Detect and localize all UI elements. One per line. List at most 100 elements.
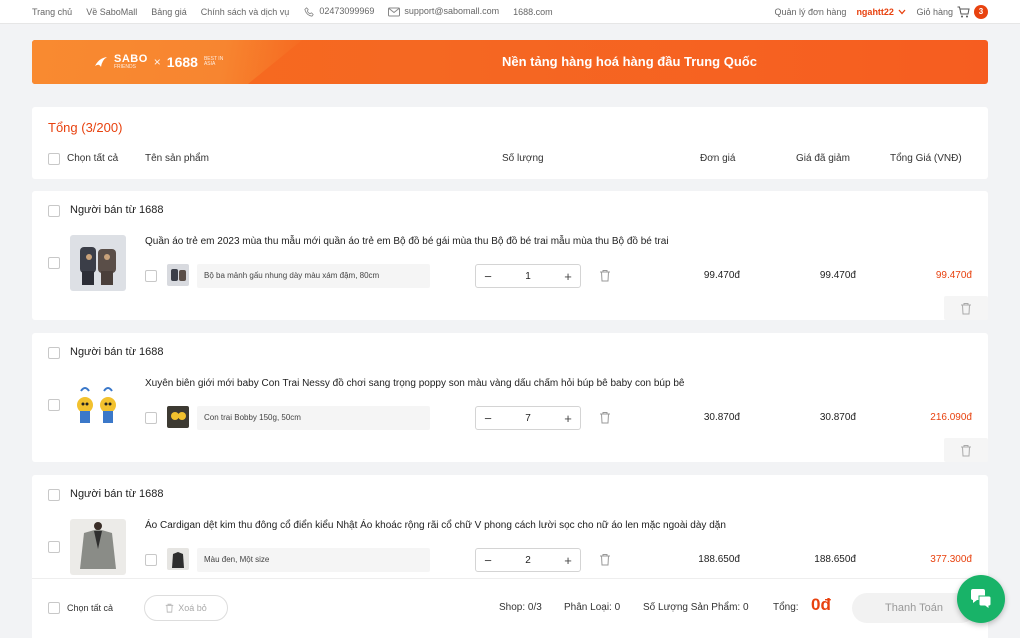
cart-header: Tổng (3/200) Chọn tất cả Tên sản phẩm Số… [32, 107, 988, 179]
quantity-value[interactable]: 2 [500, 555, 556, 566]
unit-price: 30.870đ [703, 412, 740, 423]
line-total: 216.090đ [930, 412, 972, 423]
unit-price: 188.650đ [698, 554, 740, 565]
increment-button[interactable]: + [556, 549, 580, 571]
unit-price: 99.470đ [703, 270, 740, 281]
quantity-value[interactable]: 7 [500, 413, 556, 424]
col-quantity: Số lượng [502, 153, 544, 164]
nav-policy[interactable]: Chính sách và dịch vụ [201, 7, 290, 17]
cart-count-badge: 3 [974, 4, 988, 19]
trash-icon [961, 444, 971, 456]
mail-icon [388, 7, 401, 17]
delete-selected-button[interactable]: Xoá bỏ [144, 595, 228, 621]
decrement-button[interactable]: − [476, 549, 500, 571]
category-count: Phân Loại: 0 [564, 602, 621, 613]
variant-label[interactable]: Con trai Bobby 150g, 50cm [197, 406, 430, 430]
product-image[interactable] [70, 519, 126, 575]
variant-image [167, 406, 189, 428]
variant-image [167, 548, 189, 570]
seller-group: Người bán từ 1688 Quần áo trẻ em 2023 mù… [32, 191, 988, 320]
cart-total-count: Tổng (3/200) [48, 120, 123, 135]
product-title[interactable]: Xuyên biên giới mới baby Con Trai Nessy … [145, 378, 684, 389]
seller-name: Người bán từ 1688 [70, 204, 164, 216]
trash-icon[interactable] [599, 269, 611, 282]
decrement-button[interactable]: − [476, 265, 500, 287]
nav-about[interactable]: Về SaboMall [86, 7, 137, 17]
delete-selected-label: Xoá bỏ [178, 603, 207, 613]
user-menu[interactable]: ngahtt22 [856, 7, 906, 17]
trash-icon[interactable] [599, 553, 611, 566]
cart-label: Giỏ hàng [916, 6, 953, 17]
nav-site[interactable]: 1688.com [513, 7, 553, 17]
variant-label[interactable]: Màu đen, Một size [197, 548, 430, 572]
variant-checkbox[interactable] [145, 412, 157, 424]
product-checkbox[interactable] [48, 541, 60, 553]
partner-name: 1688 [166, 53, 198, 70]
select-all-checkbox[interactable] [48, 153, 60, 165]
increment-button[interactable]: + [556, 407, 580, 429]
product-checkbox[interactable] [48, 399, 60, 411]
product-quantity-count: Số Lượng Sản Phẩm: 0 [643, 602, 749, 613]
top-nav: Trang chủ Về SaboMall Bảng giá Chính sác… [0, 0, 1020, 24]
product-image[interactable] [70, 377, 126, 433]
seller-checkbox[interactable] [48, 489, 60, 501]
discount-price: 188.650đ [814, 554, 856, 565]
variant-image [167, 264, 189, 286]
seller-checkbox[interactable] [48, 347, 60, 359]
variant-checkbox[interactable] [145, 554, 157, 566]
increment-button[interactable]: + [556, 265, 580, 287]
seller-name: Người bán từ 1688 [70, 346, 164, 358]
total-value: 0đ [811, 595, 831, 614]
quantity-stepper: − 7 + [475, 406, 581, 430]
product-title[interactable]: Quần áo trẻ em 2023 mùa thu mẫu mới quần… [145, 236, 669, 247]
seller-checkbox[interactable] [48, 205, 60, 217]
line-total: 377.300đ [930, 554, 972, 565]
partner-sub: BEST IN ASIA [203, 55, 224, 67]
shop-count: Shop: 0/3 [499, 602, 542, 613]
phone-icon [304, 7, 315, 17]
line-total: 99.470đ [935, 270, 972, 281]
footer-select-all-label: Chọn tất cả [67, 603, 114, 613]
variant-checkbox[interactable] [145, 270, 157, 282]
trash-icon [961, 302, 971, 314]
phone-number: 02473099969 [319, 6, 375, 17]
select-all-label: Chọn tất cả [67, 153, 119, 164]
chat-button[interactable] [957, 575, 1005, 623]
col-discount-price: Giá đã giảm [796, 153, 850, 164]
trash-icon[interactable] [599, 411, 611, 424]
chat-icon [971, 589, 992, 610]
nav-pricing[interactable]: Bảng giá [151, 7, 187, 17]
banner-slogan: Nền tảng hàng hoá hàng đầu Trung Quốc [502, 54, 757, 69]
checkout-footer: Chọn tất cả Xoá bỏ Shop: 0/3 Phân Loại: … [32, 578, 988, 638]
product-image[interactable] [70, 235, 126, 291]
footer-select-all-checkbox[interactable] [48, 602, 60, 614]
column-headers: Chọn tất cả Tên sản phẩm Số lượng Đơn gi… [32, 151, 988, 169]
col-unit-price: Đơn giá [700, 153, 736, 164]
banner-times: × [153, 54, 161, 69]
col-total-price: Tổng Giá (VNĐ) [890, 153, 962, 164]
variant-label[interactable]: Bộ ba mảnh gấu nhung dày màu xám đậm, 80… [197, 264, 430, 288]
order-management-link[interactable]: Quản lý đơn hàng [774, 7, 846, 17]
seller-name: Người bán từ 1688 [70, 488, 164, 500]
quantity-stepper: − 1 + [475, 264, 581, 288]
decrement-button[interactable]: − [476, 407, 500, 429]
product-title[interactable]: Áo Cardigan dệt kim thu đông cổ điển kiể… [145, 520, 726, 531]
quantity-stepper: − 2 + [475, 548, 581, 572]
banner-logo: SABO FRIENDS × 1688 BEST IN ASIA [94, 53, 224, 70]
total-label: Tổng: [773, 602, 799, 613]
product-checkbox[interactable] [48, 257, 60, 269]
delete-seller-button[interactable] [944, 296, 988, 320]
seller-group: Người bán từ 1688 Xuyên biên giới mới ba… [32, 333, 988, 462]
brand-sub: FRIENDS [114, 64, 136, 70]
discount-price: 30.870đ [819, 412, 856, 423]
nav-home[interactable]: Trang chủ [32, 7, 72, 17]
sabo-bird-icon [95, 56, 107, 67]
email-address: support@sabomall.com [404, 6, 500, 17]
discount-price: 99.470đ [819, 270, 856, 281]
nav-email[interactable]: support@sabomall.com [388, 6, 499, 17]
quantity-value[interactable]: 1 [500, 271, 556, 282]
seller-group: Người bán từ 1688 Áo Cardigan dệt kim th… [32, 475, 988, 585]
delete-seller-button[interactable] [944, 438, 988, 462]
nav-phone[interactable]: 02473099969 [303, 6, 374, 17]
cart-link[interactable]: Giỏ hàng 3 [916, 4, 988, 19]
